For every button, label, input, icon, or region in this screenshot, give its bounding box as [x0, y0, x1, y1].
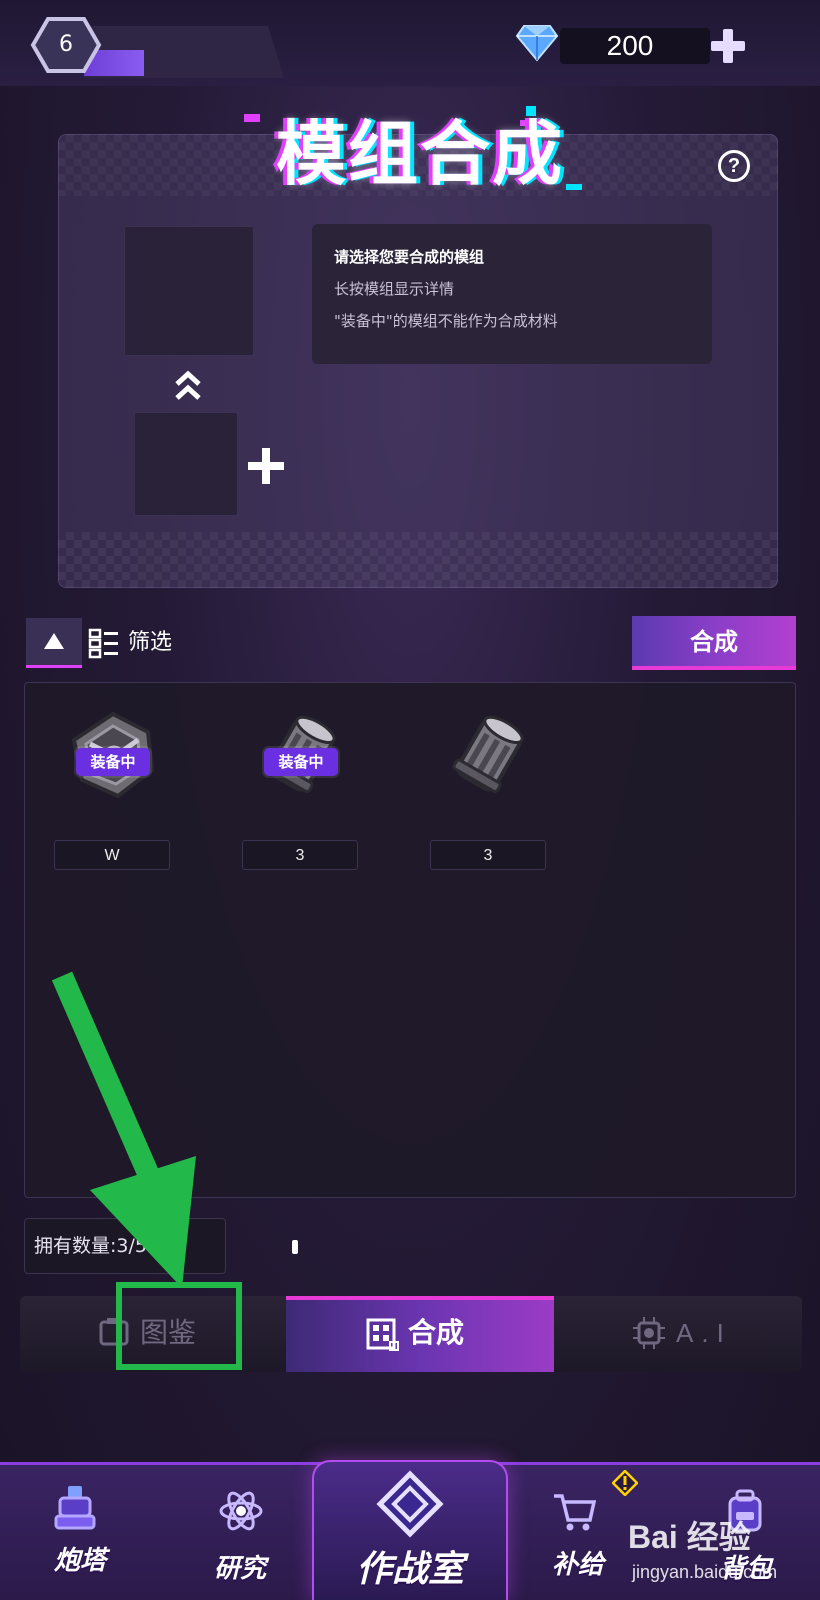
diamond-frame-icon[interactable]: [376, 1470, 444, 1538]
add-gems-plus-icon[interactable]: [708, 26, 748, 66]
panel-pattern-bottom: [58, 532, 778, 588]
module-item[interactable]: 装备中 W: [54, 710, 170, 870]
tab-synthesis-label: 合成: [408, 1316, 465, 1349]
tutorial-arrow-icon: [40, 970, 220, 1290]
module-item[interactable]: 3: [430, 710, 546, 870]
triangle-up-icon: [44, 633, 64, 649]
add-material-plus-icon[interactable]: [246, 446, 286, 486]
help-icon[interactable]: ?: [718, 150, 750, 182]
module-count: W: [54, 840, 170, 870]
synthesize-button[interactable]: 合成: [632, 616, 796, 670]
nav-label-war-room[interactable]: 作战室: [332, 1540, 488, 1592]
instructions-box: 请选择您要合成的模组 长按模组显示详情 "装备中"的模组不能作为合成材料: [312, 224, 712, 364]
filter-list-icon[interactable]: [88, 627, 120, 659]
chevron-up-icon: [172, 368, 204, 404]
baidu-watermark-logo: Bai 经验: [628, 1519, 751, 1555]
qr-grid-icon: [366, 1318, 400, 1352]
cart-icon[interactable]: [552, 1492, 597, 1532]
instruction-line: "装备中"的模组不能作为合成材料: [334, 312, 558, 330]
equipped-badge: 装备中: [76, 748, 150, 776]
material-slot[interactable]: [134, 412, 238, 516]
diamond-icon: [515, 22, 559, 62]
tutorial-highlight-box: [116, 1282, 242, 1370]
module-item[interactable]: 装备中 3: [242, 710, 358, 870]
alert-badge-icon: [611, 1469, 639, 1497]
nav-label-supply[interactable]: 补给: [538, 1544, 618, 1581]
module-count: 3: [430, 840, 546, 870]
cylinder-module-icon: [444, 710, 534, 800]
tab-ai-label[interactable]: A.I: [676, 1310, 732, 1356]
instruction-line: 请选择您要合成的模组: [334, 248, 485, 266]
filter-label[interactable]: 筛选: [128, 626, 172, 660]
instruction-line: 长按模组显示详情: [334, 280, 455, 298]
module-count: 3: [242, 840, 358, 870]
turret-icon[interactable]: [52, 1484, 98, 1532]
nav-label-research[interactable]: 研究: [200, 1548, 280, 1585]
equipped-badge: 装备中: [264, 748, 338, 776]
baidu-watermark-url: jingyan.baidu.com: [632, 1562, 778, 1582]
chip-icon[interactable]: [632, 1316, 666, 1350]
player-level: 6: [59, 32, 73, 57]
cursor-mark: [292, 1240, 298, 1254]
nav-label-turret[interactable]: 炮塔: [40, 1540, 120, 1577]
page-title: 模组合成: [276, 113, 564, 195]
gem-count: 200: [606, 30, 654, 61]
atom-icon[interactable]: [218, 1488, 264, 1534]
result-slot[interactable]: [124, 226, 254, 356]
